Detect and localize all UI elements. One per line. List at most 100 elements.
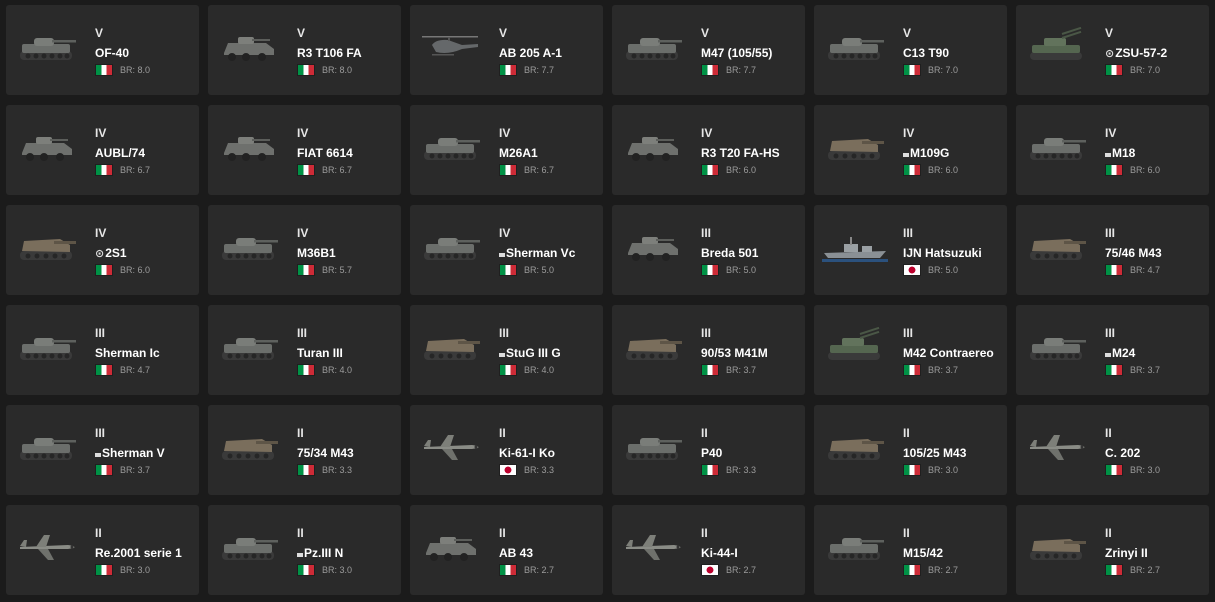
vehicle-card[interactable]: III Sherman Ic BR: 4.7	[6, 305, 199, 395]
italy-flag-icon	[95, 364, 113, 376]
vehicle-name-text: 2S1	[105, 246, 127, 260]
vehicle-card[interactable]: IV FIAT 6614 BR: 6.7	[208, 105, 401, 195]
vehicle-card[interactable]: V OF-40 BR: 8.0	[6, 5, 199, 95]
vehicle-card[interactable]: II Pz.III N BR: 3.0	[208, 505, 401, 595]
vehicle-name-text: 105/25 M43	[903, 446, 967, 460]
vehicle-rank: III	[95, 426, 106, 440]
vehicle-name-text: IJN Hatsuzuki	[903, 246, 982, 260]
vehicle-name-text: R3 T106 FA	[297, 46, 362, 60]
vehicle-rank: II	[903, 526, 910, 540]
vehicle-name: 90/53 M41M	[701, 346, 768, 360]
plane-icon	[620, 527, 686, 567]
vehicle-card[interactable]: IV R3 T20 FA-HS BR: 6.0	[612, 105, 805, 195]
battle-rating: BR: 2.7	[1130, 565, 1161, 575]
vehicle-card[interactable]: IV Sherman Vc BR: 5.0	[410, 205, 603, 295]
battle-rating: BR: 8.0	[120, 65, 151, 75]
vehicle-card[interactable]: V C13 T90 BR: 7.0	[814, 5, 1007, 95]
vehicle-rank: III	[701, 326, 712, 340]
italy-flag-icon	[903, 364, 921, 376]
vehicle-card[interactable]: V M47 (105/55) BR: 7.7	[612, 5, 805, 95]
italy-flag-icon	[297, 364, 315, 376]
italy-flag-icon	[499, 364, 517, 376]
vehicle-card[interactable]: II 75/34 M43 BR: 3.3	[208, 405, 401, 495]
italy-flag-icon	[903, 464, 921, 476]
vehicle-name: C13 T90	[903, 46, 949, 60]
vehicle-card[interactable]: II Re.2001 serie 1 BR: 3.0	[6, 505, 199, 595]
vehicle-card[interactable]: V ⊙ZSU-57-2 BR: 7.0	[1016, 5, 1209, 95]
vehicle-name: R3 T106 FA	[297, 46, 362, 60]
vehicle-rank: II	[1105, 526, 1112, 540]
tank-icon	[14, 27, 80, 67]
vehicle-card[interactable]: III M42 Contraereo BR: 3.7	[814, 305, 1007, 395]
vehicle-card[interactable]: IV M36B1 BR: 5.7	[208, 205, 401, 295]
italy-flag-icon	[95, 264, 113, 276]
vehicle-type-marker	[1105, 153, 1111, 157]
battle-rating: BR: 4.7	[1130, 265, 1161, 275]
vehicle-meta: BR: 6.7	[499, 164, 554, 176]
vehicle-card[interactable]: IV M109G BR: 6.0	[814, 105, 1007, 195]
vehicle-card[interactable]: III IJN Hatsuzuki BR: 5.0	[814, 205, 1007, 295]
vehicle-card[interactable]: II P40 BR: 3.3	[612, 405, 805, 495]
vehicle-card[interactable]: III M24 BR: 3.7	[1016, 305, 1209, 395]
vehicle-name: M109G	[903, 146, 949, 160]
tank-icon	[216, 527, 282, 567]
vehicle-meta: BR: 6.0	[903, 164, 958, 176]
vehicle-card[interactable]: III 90/53 M41M BR: 3.7	[612, 305, 805, 395]
vehicle-card[interactable]: II 105/25 M43 BR: 3.0	[814, 405, 1007, 495]
vehicle-card[interactable]: III StuG III G BR: 4.0	[410, 305, 603, 395]
vehicle-name: R3 T20 FA-HS	[701, 146, 780, 160]
vehicle-name: Sherman V	[95, 446, 165, 460]
vehicle-card[interactable]: IV M26A1 BR: 6.7	[410, 105, 603, 195]
battle-rating: BR: 5.0	[928, 265, 959, 275]
vehicle-name: ⊙ZSU-57-2	[1105, 46, 1167, 60]
vehicle-name-text: AB 205 A-1	[499, 46, 562, 60]
vehicle-meta: BR: 7.0	[1105, 64, 1160, 76]
battle-rating: BR: 3.3	[524, 465, 555, 475]
vehicle-card[interactable]: III Turan III BR: 4.0	[208, 305, 401, 395]
vehicle-rank: III	[297, 326, 308, 340]
vehicle-meta: BR: 3.7	[903, 364, 958, 376]
vehicle-type-marker	[297, 553, 303, 557]
vehicle-meta: BR: 2.7	[1105, 564, 1160, 576]
vehicle-name: FIAT 6614	[297, 146, 353, 160]
italy-flag-icon	[701, 264, 719, 276]
battle-rating: BR: 5.7	[322, 265, 353, 275]
vehicle-card[interactable]: III 75/46 M43 BR: 4.7	[1016, 205, 1209, 295]
tank-icon	[14, 327, 80, 367]
vehicle-name: C. 202	[1105, 446, 1140, 460]
battle-rating: BR: 5.0	[726, 265, 757, 275]
vehicle-card[interactable]: IV ⊙2S1 BR: 6.0	[6, 205, 199, 295]
vehicle-name: 105/25 M43	[903, 446, 966, 460]
vehicle-name: OF-40	[95, 46, 129, 60]
vehicle-card[interactable]: II Ki-44-I BR: 2.7	[612, 505, 805, 595]
italy-flag-icon	[297, 564, 315, 576]
battle-rating: BR: 3.7	[726, 365, 757, 375]
vehicle-card[interactable]: II M15/42 BR: 2.7	[814, 505, 1007, 595]
vehicle-name: Zrinyi II	[1105, 546, 1148, 560]
vehicle-card[interactable]: IV M18 BR: 6.0	[1016, 105, 1209, 195]
vehicle-card[interactable]: III Breda 501 BR: 5.0	[612, 205, 805, 295]
vehicle-card[interactable]: III Sherman V BR: 3.7	[6, 405, 199, 495]
vehicle-rank: II	[297, 526, 304, 540]
vehicle-name: Breda 501	[701, 246, 758, 260]
vehicle-type-marker	[1105, 353, 1111, 357]
battle-rating: BR: 3.0	[322, 565, 353, 575]
vehicle-card[interactable]: IV AUBL/74 BR: 6.7	[6, 105, 199, 195]
vehicle-card[interactable]: II C. 202 BR: 3.0	[1016, 405, 1209, 495]
vehicle-card[interactable]: II Ki-61-I Ko BR: 3.3	[410, 405, 603, 495]
vehicle-card[interactable]: II AB 43 BR: 2.7	[410, 505, 603, 595]
vehicle-meta: BR: 5.0	[499, 264, 554, 276]
vehicle-card[interactable]: V AB 205 A-1 BR: 7.7	[410, 5, 603, 95]
vehicle-card[interactable]: II Zrinyi II BR: 2.7	[1016, 505, 1209, 595]
vehicle-name-text: OF-40	[95, 46, 130, 60]
vehicle-name: M18	[1105, 146, 1135, 160]
vehicle-rank: III	[701, 226, 712, 240]
battle-rating: BR: 3.0	[120, 565, 151, 575]
armored-car-icon	[14, 127, 80, 167]
vehicle-name-text: P40	[701, 446, 723, 460]
vehicle-card[interactable]: V R3 T106 FA BR: 8.0	[208, 5, 401, 95]
vehicle-rank: II	[499, 526, 506, 540]
japan-flag-icon	[903, 264, 921, 276]
vehicle-name-text: AUBL/74	[95, 146, 146, 160]
vehicle-meta: BR: 7.7	[701, 64, 756, 76]
